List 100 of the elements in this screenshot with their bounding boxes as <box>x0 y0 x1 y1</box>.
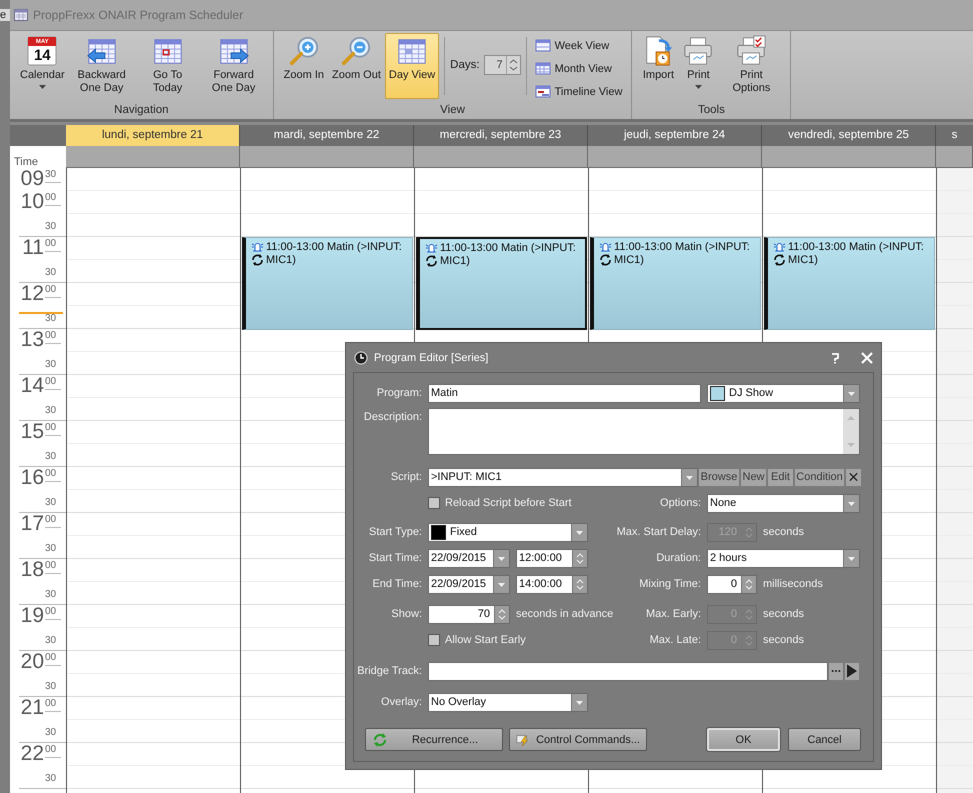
day-header[interactable]: jeudi, septembre 24 <box>588 125 762 146</box>
all-day-cell[interactable] <box>588 146 762 168</box>
calendar-day-text: 14 <box>32 47 52 65</box>
view-button[interactable]: Month View <box>532 58 626 79</box>
field-label: Max. Early: <box>646 608 701 620</box>
all-day-cell[interactable] <box>66 146 240 168</box>
time-field[interactable]: 14:00:00 <box>516 574 588 594</box>
play-icon <box>847 664 857 678</box>
ribbon-button[interactable]: Print <box>678 33 718 99</box>
checkbox[interactable]: Allow Start Early <box>428 634 526 646</box>
dropdown-field[interactable]: 2 hours <box>707 548 860 568</box>
ribbon-group-label: Tools <box>697 103 726 118</box>
close-icon[interactable] <box>861 352 873 364</box>
ribbon-button[interactable]: Import <box>638 33 678 99</box>
hour-label: 22 <box>20 743 44 766</box>
number-field[interactable]: 0 <box>707 574 757 594</box>
minute-label: 00 <box>45 421 61 436</box>
dialog-button[interactable]: Control Commands... <box>509 728 647 751</box>
help-icon[interactable] <box>829 352 841 364</box>
spin-arrows-icon <box>494 606 509 622</box>
hour-label: 16 <box>20 467 44 490</box>
script-button[interactable]: Browse <box>698 468 740 486</box>
calendar-icon <box>534 85 551 98</box>
view-button[interactable]: Week View <box>532 35 626 56</box>
day-header[interactable]: vendredi, septembre 25 <box>762 125 936 146</box>
minute-label: 00 <box>45 237 61 252</box>
appointment[interactable]: 11:00-13:00 Matin (>INPUT: MIC1) <box>416 237 587 330</box>
number-field[interactable]: 70 <box>428 604 510 624</box>
script-button[interactable]: New <box>740 468 767 486</box>
minute-label: 00 <box>45 329 61 344</box>
ribbon-button[interactable]: Print Options <box>718 33 784 99</box>
day-header[interactable]: mardi, septembre 22 <box>240 125 414 146</box>
hour-label: 18 <box>20 559 44 582</box>
ribbon-group-label: Navigation <box>113 103 170 118</box>
view-button[interactable]: Timeline View <box>532 81 626 102</box>
minute-label: 30 <box>45 542 58 556</box>
unit-label: seconds <box>763 634 804 646</box>
spin-arrows-icon <box>741 576 756 592</box>
dialog-button[interactable]: Recurrence... <box>365 728 503 751</box>
ribbon-button[interactable]: Zoom In <box>280 33 328 99</box>
minute-label: 00 <box>45 467 61 482</box>
dropdown-field[interactable]: None <box>707 494 860 512</box>
minute-label: 30 <box>45 358 58 372</box>
all-day-cell[interactable] <box>936 146 973 168</box>
play-button[interactable] <box>844 662 860 680</box>
minute-label: 30 <box>45 496 58 510</box>
minute-label: 00 <box>45 375 61 390</box>
background-window-text: e <box>0 9 10 21</box>
spin-arrows-icon <box>506 56 520 74</box>
date-field[interactable]: 22/09/2015 <box>428 548 510 568</box>
script-button[interactable]: Condition <box>794 468 845 486</box>
time-header: Time <box>13 155 38 169</box>
ribbon-button[interactable]: Forward One Day <box>200 33 267 99</box>
dialog-title: Program Editor [Series] <box>374 352 490 364</box>
all-day-cell[interactable] <box>414 146 588 168</box>
dialog-button[interactable]: Cancel <box>788 728 861 751</box>
minute-label: 30 <box>45 220 58 234</box>
hour-label: 15 <box>20 421 44 444</box>
printer-icon <box>682 35 714 67</box>
field-label: Start Type: <box>368 526 422 538</box>
hour-label: 11 <box>22 237 44 260</box>
dropdown-field[interactable]: No Overlay <box>428 692 588 712</box>
zoom-in-icon <box>288 35 320 67</box>
field-label: Start Time: <box>368 552 422 564</box>
hour-label: 10 <box>20 191 44 214</box>
ribbon-button[interactable]: Zoom Out <box>328 33 385 99</box>
text-field[interactable]: Matin <box>428 384 701 402</box>
calendar-page-icon <box>26 35 58 67</box>
date-field[interactable]: 22/09/2015 <box>428 574 510 594</box>
script-field[interactable]: >INPUT: MIC1 <box>428 468 698 486</box>
field-label: Duration: <box>656 552 701 564</box>
time-field[interactable]: 12:00:00 <box>516 548 588 568</box>
day-header[interactable]: s <box>936 125 973 146</box>
description-field[interactable] <box>428 408 860 455</box>
checkbox[interactable]: Reload Script before Start <box>428 497 572 509</box>
minute-label: 30 <box>45 634 58 648</box>
script-button[interactable]: Edit <box>767 468 794 486</box>
category-dropdown[interactable]: DJ Show <box>707 384 860 402</box>
browse-button[interactable] <box>828 662 844 680</box>
all-day-cell[interactable] <box>762 146 936 168</box>
minute-label: 00 <box>45 605 61 620</box>
days-spinner[interactable]: 7 <box>484 55 521 75</box>
window-title: ProppFrexx ONAIR Program Scheduler <box>33 8 244 22</box>
clear-button[interactable] <box>845 468 862 486</box>
appointment[interactable]: 11:00-13:00 Matin (>INPUT: MIC1) <box>764 237 935 330</box>
start-type-dropdown[interactable]: Fixed <box>428 522 588 542</box>
ribbon-button[interactable]: Go To Today <box>134 33 201 99</box>
appointment[interactable]: 11:00-13:00 Matin (>INPUT: MIC1) <box>590 237 761 330</box>
unit-label: seconds in advance <box>516 608 614 620</box>
minute-label: 30 <box>45 588 58 602</box>
all-day-cell[interactable] <box>240 146 414 168</box>
ribbon-button[interactable]: Day View <box>384 33 440 99</box>
day-header[interactable]: mercredi, septembre 23 <box>414 125 588 146</box>
hour-label: 21 <box>20 697 44 720</box>
ribbon-button[interactable]: Backward One Day <box>68 33 135 99</box>
appointment[interactable]: 11:00-13:00 Matin (>INPUT: MIC1) <box>242 237 413 330</box>
day-header[interactable]: lundi, septembre 21 <box>66 125 240 146</box>
dialog-button[interactable]: OK <box>707 728 780 751</box>
minute-label: 30 <box>45 404 58 418</box>
refresh-icon <box>372 732 388 748</box>
